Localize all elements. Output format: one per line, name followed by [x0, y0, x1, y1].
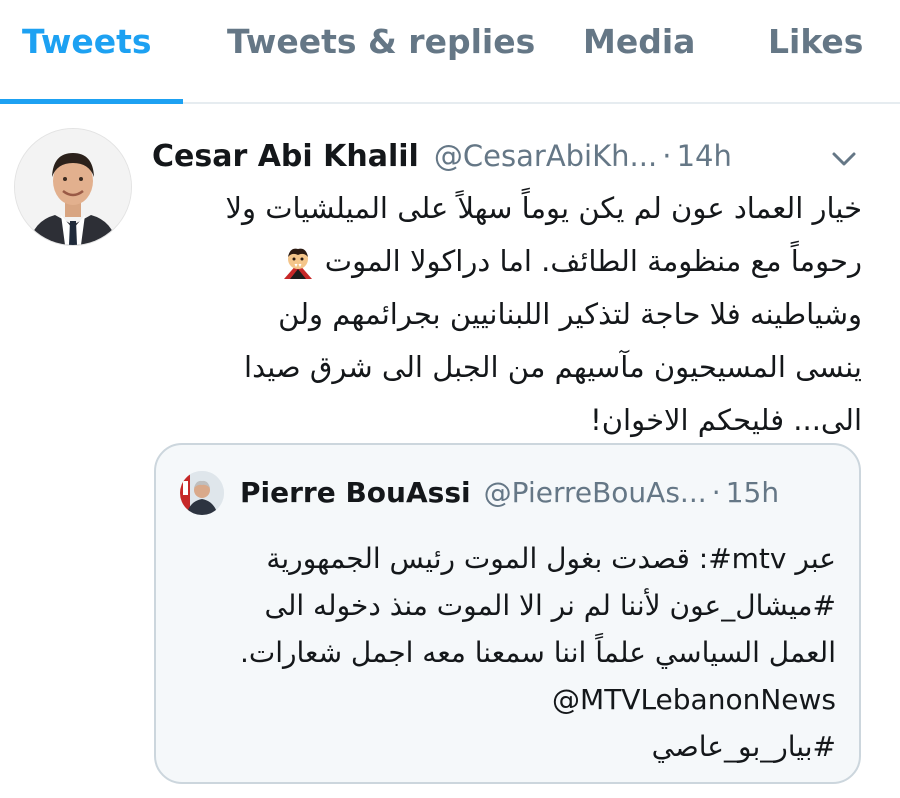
tab-media[interactable]: Media — [583, 20, 695, 64]
quoted-tweet-line: #ميشال_عون لأننا لم نر الا الموت منذ دخو… — [264, 589, 837, 622]
quoted-time-separator: · — [711, 476, 721, 509]
quoted-tweet-line: عبر mtv#: قصدت بغول الموت رئيس الجمهورية — [266, 542, 836, 575]
tab-tweets[interactable]: Tweets — [22, 20, 152, 64]
tweet-time[interactable]: 14h — [677, 139, 732, 173]
quoted-tweet-text: عبر mtv#: قصدت بغول الموت رئيس الجمهورية… — [186, 535, 836, 770]
quoted-tweet-card[interactable]: Pierre BouAssi @PierreBouAs... · 15h عبر… — [154, 443, 861, 784]
author-handle[interactable]: @CesarAbiKh... — [434, 139, 657, 173]
quoted-avatar-image — [180, 471, 224, 515]
tweet-line: خيار العماد عون لم يكن يوماً سهلاً على ا… — [225, 191, 862, 225]
tweet-line-text: رحوماً مع منظومة الطائف. اما دراكولا الم… — [324, 244, 862, 278]
profile-tabs: Tweets Tweets & replies Media Likes — [0, 0, 900, 104]
author-avatar[interactable] — [14, 128, 132, 246]
tab-likes[interactable]: Likes — [768, 20, 863, 64]
vampire-emoji-icon — [283, 248, 312, 279]
chevron-down-icon[interactable] — [828, 148, 860, 170]
quoted-tweet-time[interactable]: 15h — [726, 476, 779, 509]
tweet-header: Cesar Abi Khalil @CesarAbiKh... · 14h — [152, 136, 732, 176]
tweet-text: خيار العماد عون لم يكن يوماً سهلاً على ا… — [150, 182, 862, 447]
quoted-tweet-line: العمل السياسي علماً اننا سمعنا معه اجمل … — [239, 636, 836, 669]
quoted-tweet-header: Pierre BouAssi @PierreBouAs... · 15h — [240, 473, 779, 513]
tweet-line: ينسى المسيحيون مآسيهم من الجبل الى شرق ص… — [244, 350, 862, 384]
quoted-author-name[interactable]: Pierre BouAssi — [240, 476, 471, 509]
tweet-line: رحوماً مع منظومة الطائف. اما دراكولا الم… — [150, 235, 862, 288]
time-separator: · — [662, 139, 672, 173]
tweet-line: وشياطينه فلا حاجة لتذكير اللبنانيين بجرا… — [278, 297, 862, 331]
quoted-tweet-mention[interactable]: @MTVLebanonNews — [186, 676, 836, 723]
author-avatar-image — [15, 129, 131, 245]
tweet-line: الى... فليحكم الاخوان! — [590, 403, 862, 437]
quoted-author-handle[interactable]: @PierreBouAs... — [484, 476, 707, 509]
quoted-author-avatar[interactable] — [180, 471, 224, 515]
quoted-tweet-hashtag[interactable]: #بيار_بو_عاصي — [186, 723, 836, 770]
author-name[interactable]: Cesar Abi Khalil — [152, 139, 419, 174]
tab-tweets-and-replies[interactable]: Tweets & replies — [227, 20, 535, 64]
active-tab-indicator — [0, 99, 183, 104]
